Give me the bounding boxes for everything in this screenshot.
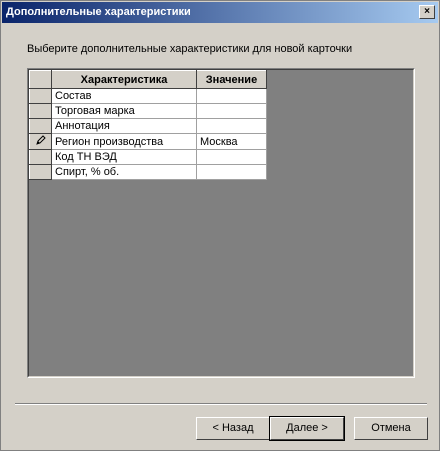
table-row[interactable]: Аннотация	[29, 118, 267, 134]
cell-value[interactable]	[196, 88, 267, 104]
cell-value[interactable]	[196, 118, 267, 134]
instruction-text: Выберите дополнительные характеристики д…	[27, 43, 353, 55]
row-selector[interactable]	[29, 118, 52, 134]
separator-line	[15, 403, 427, 405]
characteristics-table: Характеристика Значение Состав Торговая м…	[29, 70, 267, 180]
table-row[interactable]: Состав	[29, 88, 267, 104]
pencil-icon	[35, 135, 46, 145]
row-selector[interactable]	[29, 88, 52, 104]
cell-characteristic[interactable]: Спирт, % об.	[51, 164, 197, 180]
cell-value[interactable]: Москва	[196, 133, 267, 150]
cell-value[interactable]	[196, 164, 267, 180]
cell-characteristic[interactable]: Регион производства	[51, 133, 197, 150]
dialog-window: Дополнительные характеристики × Выберите…	[0, 0, 440, 451]
back-button[interactable]: < Назад	[196, 417, 270, 440]
cell-value[interactable]	[196, 149, 267, 165]
next-button[interactable]: Далее >	[269, 416, 345, 441]
grid-corner-header	[29, 70, 52, 89]
table-row[interactable]: Регион производства Москва	[29, 133, 267, 150]
row-selector[interactable]	[29, 103, 52, 119]
cell-characteristic[interactable]: Код ТН ВЭД	[51, 149, 197, 165]
cell-characteristic[interactable]: Торговая марка	[51, 103, 197, 119]
title-bar[interactable]: Дополнительные характеристики ×	[2, 2, 438, 23]
table-row[interactable]: Торговая марка	[29, 103, 267, 119]
cell-value[interactable]	[196, 103, 267, 119]
window-title: Дополнительные характеристики	[6, 6, 191, 18]
row-selector[interactable]	[29, 164, 52, 180]
close-icon: ×	[424, 6, 430, 17]
cell-characteristic[interactable]: Аннотация	[51, 118, 197, 134]
table-row[interactable]: Код ТН ВЭД	[29, 149, 267, 165]
close-button[interactable]: ×	[419, 5, 435, 19]
column-header-characteristic[interactable]: Характеристика	[51, 70, 197, 89]
column-header-value[interactable]: Значение	[196, 70, 267, 89]
table-row[interactable]: Спирт, % об.	[29, 164, 267, 180]
characteristics-grid[interactable]: Характеристика Значение Состав Торговая м…	[27, 68, 415, 378]
cancel-button[interactable]: Отмена	[354, 417, 428, 440]
row-selector[interactable]	[29, 133, 52, 150]
row-selector[interactable]	[29, 149, 52, 165]
cell-characteristic[interactable]: Состав	[51, 88, 197, 104]
